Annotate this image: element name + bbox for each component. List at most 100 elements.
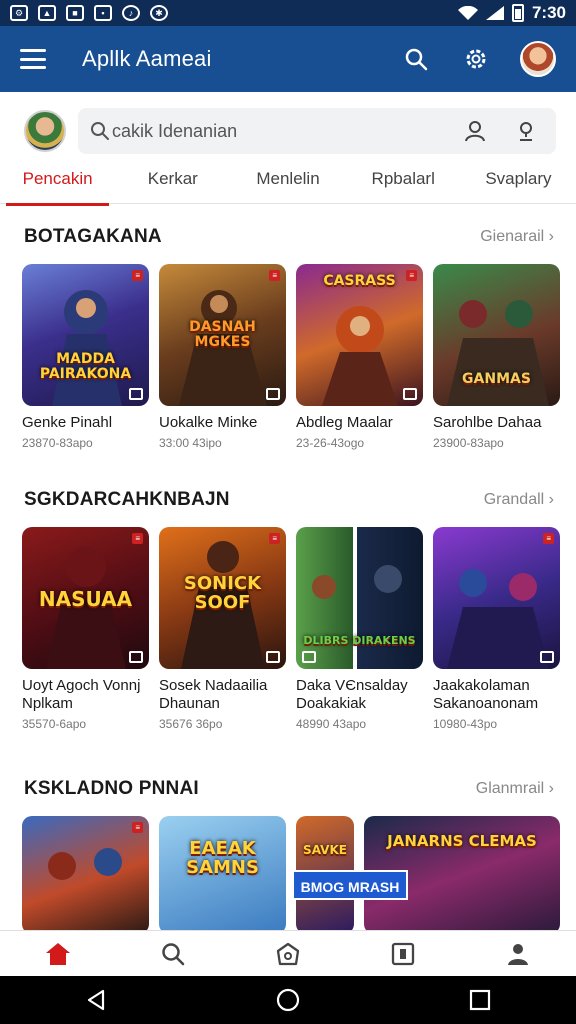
game-title: Uokalke Minke	[159, 414, 258, 431]
share-icon[interactable]	[129, 388, 143, 400]
game-logo: SAVKE	[303, 843, 347, 857]
game-logo: EAEAK SAMNS	[186, 838, 259, 878]
game-thumbnail: ≡	[22, 816, 149, 934]
back-button[interactable]	[76, 980, 116, 1020]
section-sgkdarcahknbajn: SGKDARCAHKNBAJN Grandall › ≡ NASUAA Uoyt…	[0, 485, 576, 731]
recents-button[interactable]	[460, 980, 500, 1020]
game-card[interactable]: DLIBRS DIRAKENS Daka VЄnsalday Doakakiak…	[296, 527, 423, 731]
puzzle-icon: ✱	[150, 5, 168, 21]
game-meta: 33:00 43ipo	[159, 436, 222, 450]
game-card[interactable]: ≡ SONICK SOOF Sosek Nadaailia Dhaunan 35…	[159, 527, 286, 731]
game-card[interactable]: ≡ NASUAA Uoyt Agoch Vonnj Nplkam 35570-6…	[22, 527, 149, 731]
share-icon[interactable]	[540, 651, 554, 663]
game-logo: JANARNS CLEMAS	[387, 832, 537, 850]
game-title: Sarohlbe Dahaa	[433, 414, 542, 431]
nav-library[interactable]	[383, 934, 423, 974]
system-navigation	[0, 976, 576, 1024]
store-icon	[276, 942, 300, 965]
nav-profile[interactable]	[498, 934, 538, 974]
game-logo: SONICK SOOF	[183, 573, 262, 613]
see-all-link[interactable]: Gienarail ›	[480, 228, 554, 246]
profile-icon	[508, 943, 529, 965]
search-icon	[91, 122, 109, 140]
tab-svaplary[interactable]: Svaplary	[461, 160, 576, 203]
game-thumbnail: DLIBRS DIRAKENS	[296, 527, 423, 669]
promo-banner[interactable]: BMOG MRASH	[292, 870, 408, 900]
app-icon: ⚙	[10, 5, 28, 21]
nav-store[interactable]	[268, 934, 308, 974]
game-card[interactable]: ≡ DASNAH MGKES Uokalke Minke 33:00 43ipo	[159, 264, 286, 450]
person-icon[interactable]	[464, 120, 486, 142]
game-thumbnail: EAEAK SAMNS	[159, 816, 286, 934]
section-title: SGKDARCAHKNBAJN	[24, 489, 230, 510]
share-icon[interactable]	[129, 651, 143, 663]
game-meta: 35570-6apo	[22, 717, 87, 731]
game-thumbnail: ≡ DASNAH MGKES	[159, 264, 286, 406]
game-title: Abdleg Maalar	[296, 414, 393, 431]
square-icon	[469, 989, 491, 1011]
section-sklado-pnnai: KSKLADNO PNNAI Glanmrail › ≡ EAEAK SAMNS…	[0, 774, 576, 934]
mail-icon: ▲	[38, 5, 56, 21]
circle-icon	[276, 988, 300, 1012]
bag-icon: •	[94, 5, 112, 21]
share-icon[interactable]	[266, 651, 280, 663]
category-tabs: Pencakin Kerkar Menlelin Rpbalarl Svapla…	[0, 160, 576, 206]
profile-avatar[interactable]	[520, 41, 556, 77]
location-icon[interactable]	[516, 120, 536, 142]
game-meta: 35676 36po	[159, 717, 223, 731]
game-card[interactable]: ≡ Jaakakolaman Sakanoanonam 10980-43po	[433, 527, 560, 731]
game-logo: GANMAS	[462, 371, 531, 387]
user-avatar[interactable]	[24, 110, 66, 152]
library-icon	[392, 942, 415, 965]
app-bar: Apllk Aamеai	[0, 26, 576, 92]
game-card[interactable]: ≡ CASRASS Abdleg Maalar 23-26-43ogo	[296, 264, 423, 450]
search-button[interactable]	[400, 43, 432, 75]
game-logo: CASRASS	[323, 273, 396, 289]
game-meta: 10980-43po	[433, 717, 498, 731]
share-icon[interactable]	[302, 651, 316, 663]
game-card[interactable]: GANMAS Sarohlbe Dahaa 23900-83apo	[433, 264, 560, 450]
game-title: Jaakakolaman Sakanoanonam	[433, 677, 539, 712]
gear-icon	[466, 49, 486, 69]
game-thumbnail: ≡ NASUAA	[22, 527, 149, 669]
music-icon: ♪	[122, 5, 140, 21]
back-icon	[87, 989, 105, 1011]
nav-home[interactable]	[38, 934, 78, 974]
section-botagakana: BOTAGAKANA Gienarail › ≡ MADDA PAIRAKONA…	[0, 222, 576, 450]
game-title: Daka VЄnsalday Doakakiak	[296, 677, 408, 712]
app-title: Apllk Aamеai	[82, 46, 212, 71]
home-button[interactable]	[268, 980, 308, 1020]
search-row	[0, 102, 576, 160]
game-title: Uoyt Agoch Vonnj Nplkam	[22, 677, 141, 712]
game-card[interactable]: ≡	[22, 816, 149, 934]
tab-kerkar[interactable]: Kerkar	[115, 160, 230, 203]
game-card[interactable]: ≡ MADDA PAIRAKONA Genke Pinahl 23870-83a…	[22, 264, 149, 450]
status-bar: ⚙ ▲ ■ • ♪ ✱ 7:30	[0, 0, 576, 26]
search-box[interactable]	[78, 108, 556, 154]
nav-search[interactable]	[153, 934, 193, 974]
tab-rpbalarl[interactable]: Rpbalarl	[346, 160, 461, 203]
chevron-right-icon: ›	[548, 228, 554, 245]
section-title: KSKLADNO PNNAI	[24, 778, 199, 799]
tab-pencakin[interactable]: Pencakin	[0, 160, 115, 206]
see-all-link[interactable]: Grandall ›	[484, 491, 554, 509]
game-thumbnail: ≡	[433, 527, 560, 669]
game-thumbnail: GANMAS	[433, 264, 560, 406]
settings-button[interactable]	[460, 43, 492, 75]
game-meta: 23-26-43ogo	[296, 436, 365, 450]
signal-icon	[485, 6, 504, 20]
chevron-right-icon: ›	[548, 780, 554, 797]
share-icon[interactable]	[266, 388, 280, 400]
game-card[interactable]: EAEAK SAMNS	[159, 816, 286, 934]
see-all-link[interactable]: Glanmrail ›	[476, 780, 554, 798]
game-logo: DLIBRS DIRAKENS	[303, 634, 416, 647]
search-icon	[405, 48, 428, 71]
status-time: 7:30	[531, 3, 566, 22]
search-input[interactable]	[112, 120, 464, 142]
home-icon	[45, 942, 70, 965]
menu-button[interactable]	[20, 49, 46, 69]
game-meta: 48990 43apo	[296, 717, 367, 731]
game-meta: 23870-83apo	[22, 436, 93, 450]
share-icon[interactable]	[403, 388, 417, 400]
tab-menlelin[interactable]: Menlelin	[230, 160, 345, 203]
